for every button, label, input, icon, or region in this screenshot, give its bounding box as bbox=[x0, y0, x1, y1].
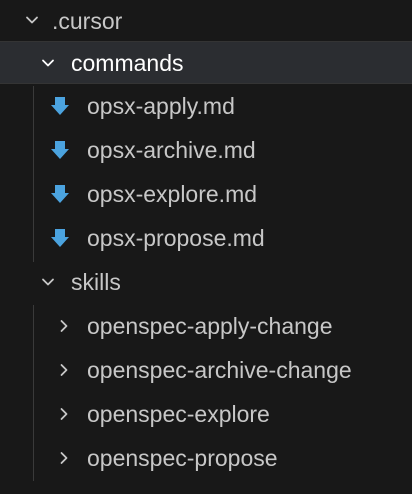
folder-label-commands: commands bbox=[71, 50, 184, 76]
file-label: opsx-apply.md bbox=[87, 93, 235, 119]
folder-row-skills[interactable]: skills bbox=[0, 261, 412, 304]
chevron-right-icon[interactable] bbox=[55, 405, 73, 423]
folder-label: openspec-archive-change bbox=[87, 357, 352, 383]
markdown-download-icon bbox=[50, 96, 70, 116]
folder-label: openspec-apply-change bbox=[87, 313, 333, 339]
file-label: opsx-explore.md bbox=[87, 181, 258, 207]
chevron-right-icon[interactable] bbox=[55, 361, 73, 379]
chevron-down-icon[interactable] bbox=[39, 54, 57, 72]
chevron-down-icon[interactable] bbox=[39, 273, 57, 291]
folder-row-cursor[interactable]: .cursor bbox=[0, 0, 412, 43]
file-label: opsx-archive.md bbox=[87, 137, 256, 163]
file-row-opsx-archive[interactable]: opsx-archive.md bbox=[0, 129, 412, 172]
chevron-right-icon[interactable] bbox=[55, 317, 73, 335]
file-label: opsx-propose.md bbox=[87, 225, 265, 251]
folder-row-openspec-apply-change[interactable]: openspec-apply-change bbox=[0, 305, 412, 348]
folder-label-cursor: .cursor bbox=[52, 8, 123, 34]
markdown-download-icon bbox=[50, 140, 70, 160]
folder-row-openspec-propose[interactable]: openspec-propose bbox=[0, 437, 412, 480]
folder-label-skills: skills bbox=[71, 269, 121, 295]
markdown-download-icon bbox=[50, 228, 70, 248]
partial-next-row-label bbox=[87, 486, 127, 494]
folder-row-openspec-explore[interactable]: openspec-explore bbox=[0, 393, 412, 436]
folder-label: openspec-explore bbox=[87, 401, 270, 427]
file-row-opsx-apply[interactable]: opsx-apply.md bbox=[0, 85, 412, 128]
folder-row-openspec-archive-change[interactable]: openspec-archive-change bbox=[0, 349, 412, 392]
folder-label: openspec-propose bbox=[87, 445, 278, 471]
folder-row-commands[interactable]: commands bbox=[0, 41, 412, 84]
file-row-opsx-explore[interactable]: opsx-explore.md bbox=[0, 173, 412, 216]
chevron-right-icon[interactable] bbox=[55, 449, 73, 467]
file-explorer-tree: .cursor commands opsx-apply.md opsx-arch… bbox=[0, 0, 412, 494]
chevron-down-icon[interactable] bbox=[23, 11, 41, 29]
file-row-opsx-propose[interactable]: opsx-propose.md bbox=[0, 217, 412, 260]
markdown-download-icon bbox=[50, 184, 70, 204]
